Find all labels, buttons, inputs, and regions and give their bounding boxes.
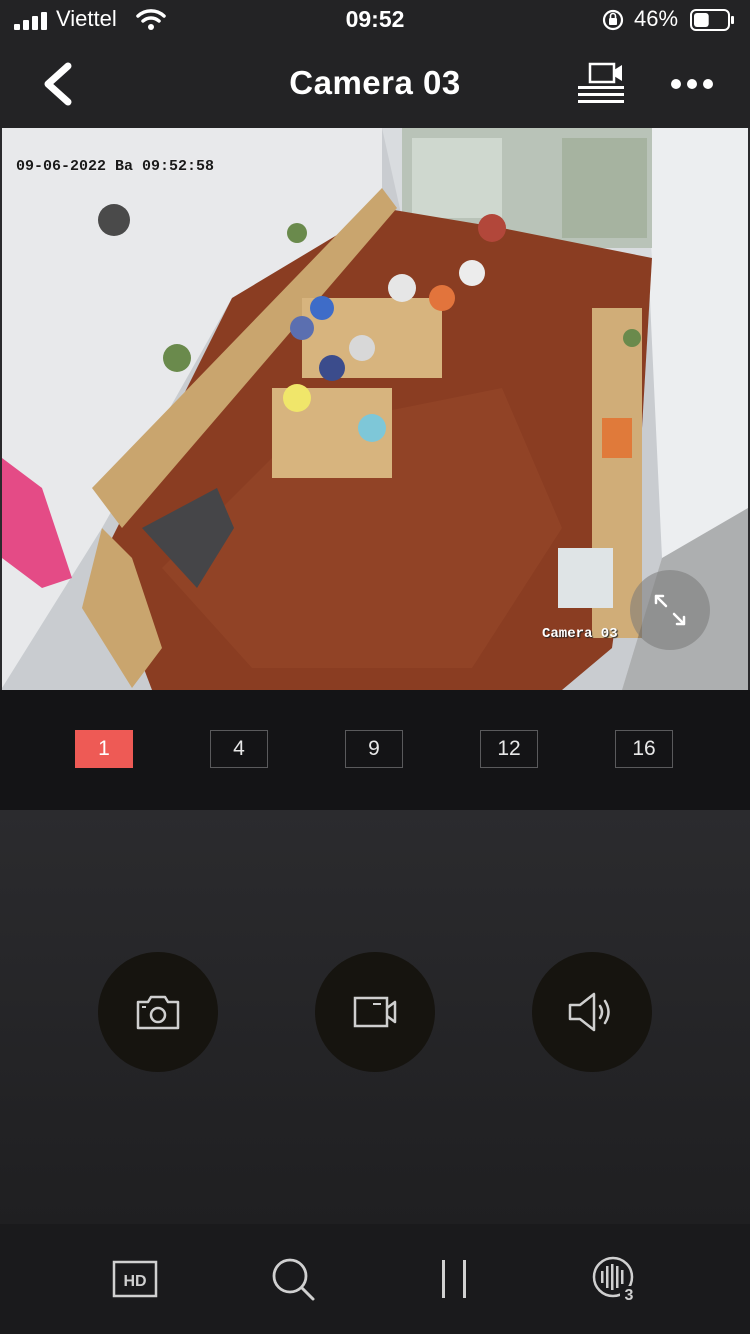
grid-option-1[interactable]: 1: [75, 730, 133, 768]
hd-label: HD: [123, 1273, 146, 1290]
status-bar: Viettel 09:52 46%: [0, 0, 750, 40]
more-options-icon[interactable]: [668, 72, 716, 96]
grid-option-9[interactable]: 9: [345, 730, 403, 768]
channel-badge: 3: [625, 1287, 634, 1302]
record-button[interactable]: [315, 952, 435, 1072]
snapshot-button[interactable]: [98, 952, 218, 1072]
grid-option-16[interactable]: 16: [615, 730, 673, 768]
osd-datetime: 09-06-2022 Ba 09:52:58: [16, 158, 215, 175]
speaker-icon: [568, 992, 610, 1032]
pause-icon[interactable]: [432, 1256, 478, 1302]
page-title: Camera 03: [289, 64, 461, 101]
grid-option-4[interactable]: 4: [210, 730, 268, 768]
audio-button[interactable]: [532, 952, 652, 1072]
zoom-search-icon[interactable]: [270, 1256, 316, 1302]
grid-option-12[interactable]: 12: [480, 730, 538, 768]
osd-camera-label: Camera 03: [542, 626, 618, 642]
playback-controls: [0, 810, 750, 1224]
grid-layout-selector: 1 4 9 12 16: [0, 690, 750, 810]
cast-screen-icon[interactable]: [576, 62, 626, 104]
video-record-icon: [353, 996, 397, 1028]
hd-quality-icon[interactable]: HD: [112, 1256, 158, 1302]
camera-icon: [136, 995, 180, 1030]
rotation-lock-icon: [602, 9, 624, 31]
battery-percent: 46%: [634, 6, 679, 31]
battery-icon: [690, 9, 734, 31]
bottom-toolbar: HD 3: [0, 1224, 750, 1334]
fullscreen-button[interactable]: [630, 570, 710, 650]
expand-icon: [654, 594, 686, 626]
channel-stream-icon[interactable]: 3: [592, 1256, 638, 1302]
top-bar: Viettel 09:52 46% Camera 03: [0, 0, 750, 128]
